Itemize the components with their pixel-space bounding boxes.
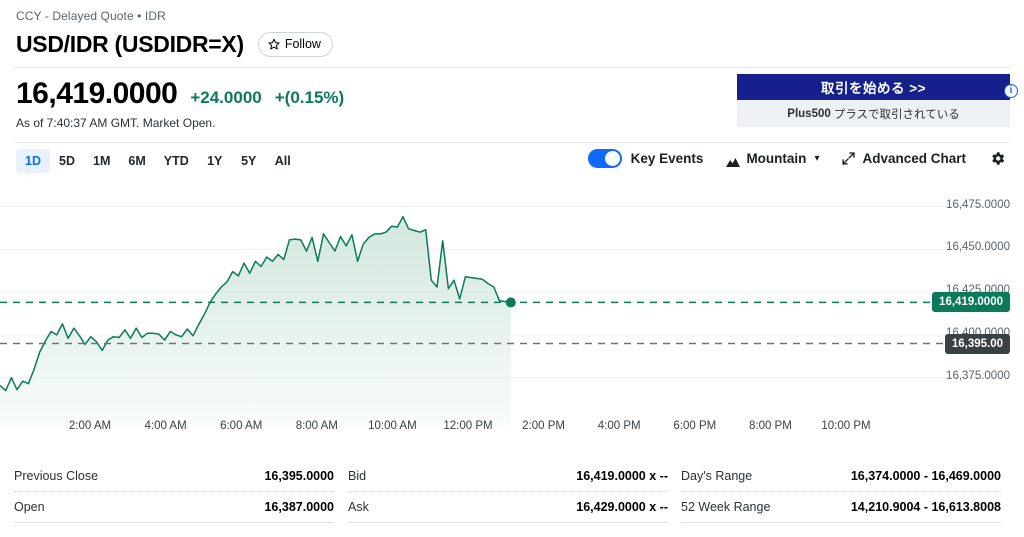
x-axis-tick: 8:00 AM (295, 420, 338, 432)
stat-label: Day's Range (681, 469, 753, 483)
x-axis-tick: 6:00 PM (673, 420, 717, 432)
gear-icon[interactable] (989, 150, 1006, 167)
table-row: Day's Range 16,374.0000 - 16,469.0000 (681, 461, 1001, 492)
ad-cta-button[interactable]: 取引を始める >> (737, 74, 1010, 100)
chart-type-label: Mountain (746, 151, 807, 166)
toggle-switch[interactable] (587, 149, 622, 168)
stats-column: Day's Range 16,374.0000 - 16,469.0000 52 W… (681, 461, 1001, 523)
x-axis-tick: 2:00 AM (68, 420, 112, 432)
range-tabs: 1D 5D 1M 6M YTD 1Y 5Y All (16, 149, 300, 173)
x-axis-tick: 2:00 PM (522, 420, 566, 432)
title-row: USD/IDR (USDIDR=X) Follow (16, 30, 333, 58)
stat-label: Previous Close (14, 469, 99, 483)
previous-close-badge: 16,395.00 (944, 333, 1010, 354)
stat-label: Ask (348, 500, 369, 514)
stat-label: Bid (348, 469, 367, 483)
mountain-icon (726, 154, 741, 167)
table-row: Bid 16,419.0000 x -- (348, 461, 668, 492)
ad-sub-label: プラスで取引されている (833, 108, 960, 121)
chart-type-dropdown[interactable]: Mountain ▾ (726, 151, 820, 167)
ad-brand: Plus500 (787, 107, 831, 120)
stat-value: 16,374.0000 - 16,469.0000 (850, 469, 1001, 483)
divider-mid (14, 142, 1010, 143)
chart-x-axis: 2:00 AM 4:00 AM 6:00 AM 8:00 AM 10:00 AM 12:0… (0, 420, 1024, 440)
range-tab-1d[interactable]: 1D (16, 149, 50, 173)
range-tab-5d[interactable]: 5D (50, 149, 84, 173)
advanced-chart-button[interactable]: Advanced Chart (842, 151, 966, 166)
divider-top (14, 67, 1010, 68)
range-tab-1m[interactable]: 1M (84, 149, 119, 173)
range-tab-6m[interactable]: 6M (119, 149, 154, 173)
x-axis-tick: 8:00 PM (748, 420, 792, 432)
expand-arrows-icon (842, 152, 856, 165)
follow-button-label: Follow (284, 37, 321, 51)
price-change: +24.0000 (190, 88, 262, 107)
as-of-text: As of 7:40:37 AM GMT. Market Open. (16, 116, 216, 130)
stat-value: 16,387.0000 (264, 500, 334, 514)
x-axis-tick: 4:00 PM (597, 420, 641, 432)
y-axis-tick: 16,375.0000 (946, 369, 1010, 382)
x-axis-tick: 4:00 AM (144, 420, 187, 432)
y-axis-tick: 16,450.0000 (946, 241, 1010, 254)
key-events-label: Key Events (630, 151, 704, 166)
stat-label: 52 Week Range (681, 500, 771, 514)
stat-value: 16,429.0000 x -- (576, 500, 668, 514)
follow-button[interactable]: Follow (257, 31, 333, 57)
key-events-toggle[interactable]: Key Events (587, 149, 704, 168)
range-tab-all[interactable]: All (266, 149, 300, 173)
range-tab-5y[interactable]: 5Y (232, 149, 266, 173)
chart-toolbar: 1D 5D 1M 6M YTD 1Y 5Y All Key Events Mountain ▾ (0, 149, 1024, 175)
x-axis-tick: 6:00 AM (220, 420, 263, 432)
table-row: Ask 16,429.0000 x -- (348, 492, 668, 523)
ad-banner[interactable]: 取引を始める >> Plus500 プラスで取引されている i (737, 74, 1018, 127)
last-price: 16,419.0000 (16, 77, 178, 110)
stat-value: 16,419.0000 x -- (576, 469, 668, 483)
info-circle-icon[interactable]: i (1004, 84, 1018, 98)
table-row: Previous Close 16,395.0000 (14, 461, 334, 492)
quote-page: CCY - Delayed Quote • IDR USD/IDR (USDID… (0, 0, 1024, 537)
star-outline-icon (268, 38, 280, 50)
stat-label: Open (14, 500, 45, 514)
ad-subtext: Plus500 プラスで取引されている (737, 100, 1010, 127)
range-tab-1y[interactable]: 1Y (198, 149, 232, 173)
stats-column: Bid 16,419.0000 x -- Ask 16,429.0000 x -- (348, 461, 668, 523)
x-axis-tick: 12:00 PM (443, 420, 493, 432)
table-row: 52 Week Range 14,210.9004 - 16,613.8008 (681, 492, 1001, 523)
stat-value: 14,210.9004 - 16,613.8008 (850, 500, 1001, 514)
chart-controls: Key Events Mountain ▾ Advanced Chart (587, 149, 1006, 168)
price-row: 16,419.0000 +24.0000 +(0.15%) (16, 77, 344, 111)
stat-value: 16,395.0000 (264, 469, 334, 483)
current-price-badge: 16,419.0000 (932, 292, 1010, 313)
x-axis-tick: 10:00 PM (821, 420, 871, 432)
stats-column: Previous Close 16,395.0000 Open 16,387.0000 (14, 461, 334, 523)
chevron-down-icon: ▾ (814, 153, 820, 164)
price-chart[interactable]: 16,475.0000 16,450.0000 16,425.0000 16,400.… (0, 178, 1024, 448)
chart-canvas (0, 206, 1010, 426)
page-title: USD/IDR (USDIDR=X) (16, 31, 244, 57)
price-change-percent: +(0.15%) (274, 88, 345, 107)
quote-meta: CCY - Delayed Quote • IDR (16, 9, 166, 23)
range-tab-ytd[interactable]: YTD (155, 149, 198, 173)
x-axis-tick: 10:00 AM (368, 420, 417, 432)
advanced-chart-label: Advanced Chart (862, 151, 966, 166)
table-row: Open 16,387.0000 (14, 492, 334, 523)
y-axis-tick: 16,475.0000 (946, 198, 1010, 211)
